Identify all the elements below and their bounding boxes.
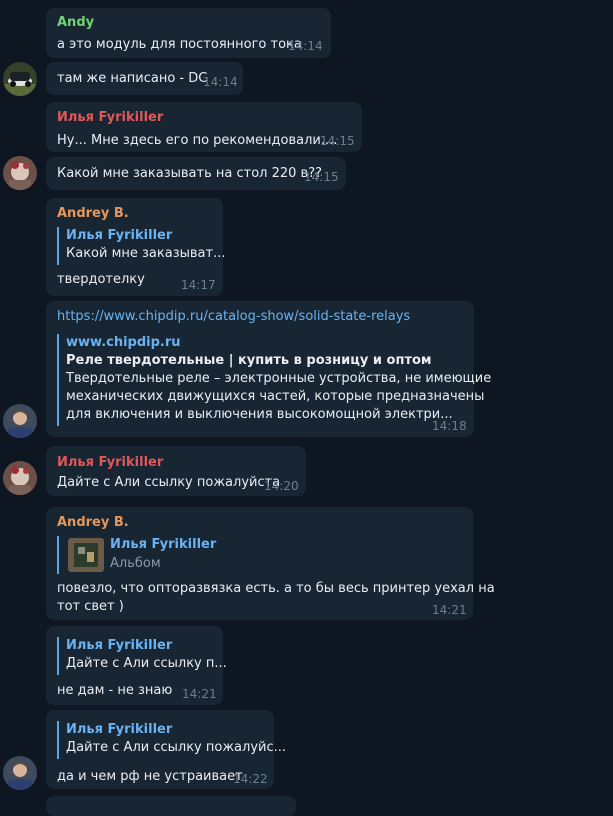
message-text: а это модуль для постоянного тока	[57, 37, 302, 52]
message-bubble[interactable]	[46, 796, 296, 816]
preview-line: для включения и выключения высокомощной …	[66, 407, 453, 422]
message-bubble[interactable]: Andrey B. Илья Fyrikiller Какой мне зака…	[46, 198, 226, 296]
album-thumbnail	[68, 538, 104, 572]
message-link[interactable]: https://www.chipdip.ru/catalog-show/soli…	[57, 309, 410, 324]
message-bubble[interactable]: там же написано - DC 14:14	[46, 62, 243, 95]
message-bubble[interactable]: Илья Fyrikiller Дайте с Али ссылку пожал…	[46, 446, 306, 496]
preview-site: www.chipdip.ru	[66, 335, 181, 350]
avatar[interactable]	[3, 461, 37, 495]
message-bubble[interactable]: Andrey B. Илья Fyrikiller Альбом повезло…	[46, 507, 495, 620]
reply-quote[interactable]: Илья Fyrikiller Какой мне заказыват...	[57, 227, 226, 265]
message-time: 14:21	[432, 603, 467, 617]
quote-text: Дайте с Али ссылку п...	[66, 656, 227, 671]
message-text: там же написано - DC	[57, 71, 208, 86]
sender-name[interactable]: Илья Fyrikiller	[57, 455, 163, 470]
message-time: 14:15	[320, 134, 355, 148]
avatar[interactable]	[3, 756, 37, 790]
reply-quote[interactable]: Илья Fyrikiller Дайте с Али ссылку п...	[57, 637, 227, 675]
message-time: 14:21	[182, 687, 217, 701]
quote-sender: Илья Fyrikiller	[66, 722, 173, 737]
message-bubble[interactable]: Илья Fyrikiller Дайте с Али ссылку п... …	[46, 626, 227, 705]
quote-text: Альбом	[110, 556, 161, 571]
message-text: Какой мне заказывать на стол 220 в??	[57, 166, 323, 181]
message-bubble[interactable]: Какой мне заказывать на стол 220 в?? 14:…	[46, 157, 346, 190]
message-text: твердотелку	[57, 272, 145, 287]
message-text: Дайте с Али ссылку пожалуйста	[57, 475, 281, 490]
sender-name[interactable]: Andrey B.	[57, 206, 129, 221]
quote-sender: Илья Fyrikiller	[66, 638, 173, 653]
message-text: тот свет )	[57, 599, 124, 614]
avatar[interactable]	[3, 404, 37, 438]
quote-sender: Илья Fyrikiller	[66, 228, 173, 243]
link-preview[interactable]: www.chipdip.ru Реле твердотельные | купи…	[57, 334, 492, 426]
reply-quote[interactable]: Илья Fyrikiller Дайте с Али ссылку пожал…	[57, 721, 287, 759]
sender-name[interactable]: Andy	[57, 15, 94, 30]
message-text: Ну... Мне здесь его по рекомендовали....	[57, 133, 338, 148]
message-time: 14:18	[432, 419, 467, 433]
sender-name[interactable]: Илья Fyrikiller	[57, 110, 163, 125]
message-time: 14:22	[233, 772, 268, 786]
message-bubble[interactable]: https://www.chipdip.ru/catalog-show/soli…	[46, 301, 492, 437]
quote-sender: Илья Fyrikiller	[110, 537, 217, 552]
avatar[interactable]	[3, 62, 37, 96]
message-time: 14:14	[203, 75, 238, 89]
message-time: 14:14	[288, 39, 323, 53]
message-bubble[interactable]: Илья Fyrikiller Дайте с Али ссылку пожал…	[46, 710, 287, 789]
preview-title: Реле твердотельные | купить в розницу и …	[66, 353, 432, 368]
preview-line: Твердотельные реле – электронные устройс…	[66, 371, 492, 386]
message-time: 14:17	[181, 278, 216, 292]
message-bubble[interactable]: Илья Fyrikiller Ну... Мне здесь его по р…	[46, 102, 362, 152]
message-time: 14:15	[304, 170, 339, 184]
message-time: 14:20	[264, 479, 299, 493]
message-text: да и чем рф не устраивает	[57, 769, 243, 784]
quote-text: Дайте с Али ссылку пожалуйс...	[66, 740, 287, 755]
message-bubble[interactable]: Andy а это модуль для постоянного тока 1…	[46, 8, 331, 58]
quote-text: Какой мне заказыват...	[66, 246, 226, 261]
reply-quote[interactable]: Илья Fyrikiller Альбом	[57, 536, 217, 574]
message-text: не дам - не знаю	[57, 683, 173, 698]
message-text: повезло, что опторазвязка есть. а то бы …	[57, 581, 495, 596]
preview-line: механических движущихся частей, которые …	[66, 389, 485, 404]
avatar[interactable]	[3, 156, 37, 190]
sender-name[interactable]: Andrey B.	[57, 515, 129, 530]
